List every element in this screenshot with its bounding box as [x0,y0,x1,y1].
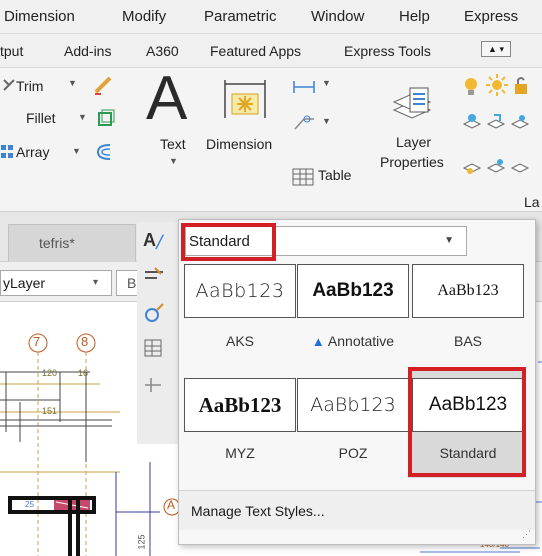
style-tile-aks[interactable]: AaBb123 [184,264,296,318]
ribbon-tab-bar: tput Add-ins A360 Featured Apps Express … [0,34,542,68]
annotative-icon: ▲ [311,334,325,349]
style-label-aks: AKS [225,333,254,349]
dimension-151: 151 [42,406,58,416]
table-style-icon[interactable] [143,338,165,360]
style-label-poz: POZ [338,445,368,461]
layer-label-line2[interactable]: Properties [380,154,444,170]
style-sample-myz: AaBb123 [198,392,282,417]
array-button[interactable]: Array [16,144,49,160]
explode-icon[interactable] [96,108,116,128]
table-button[interactable]: Table [318,167,351,183]
manage-text-styles-label: Manage Text Styles... [191,503,325,519]
style-label-annotative: Annotative [327,333,395,349]
chevron-down-icon: ▾ [93,277,99,288]
leader-style-icon[interactable] [143,374,165,396]
style-label-bas: BAS [453,333,482,349]
dimension-120: 120 [42,368,58,378]
layer-state-icon-1[interactable] [462,112,482,132]
erase-icon[interactable] [92,74,116,96]
dimension-25: 25 [25,500,34,509]
menu-parametric[interactable]: Parametric [204,8,277,25]
offset-icon[interactable] [94,142,114,162]
style-label-myz: MYZ [225,445,255,461]
sun-icon[interactable] [486,74,508,96]
dimension-button[interactable]: Dimension [206,136,272,152]
layer-properties-icon[interactable] [390,82,434,126]
trim-dropdown-icon[interactable]: ▼ [68,78,77,88]
style-sample-annotative: AaBb123 [312,280,394,301]
grid-bubble-7: 7 [33,334,41,349]
text-dropdown-icon[interactable]: ▼ [169,156,178,166]
style-tile-annotative[interactable]: AaBb123 [297,264,409,318]
fillet-button[interactable]: Fillet [26,110,56,126]
find-text-icon[interactable] [143,302,165,324]
text-tools-strip: A╱ [137,222,179,444]
manage-text-styles-button[interactable]: Manage Text Styles... [179,490,535,530]
dimension-icon[interactable] [222,78,268,120]
menu-window[interactable]: Window [311,8,364,25]
color-combobox-value: B [127,275,137,291]
menu-bar: Dimension Modify Parametric Window Help … [0,0,542,34]
menu-modify[interactable]: Modify [122,8,166,25]
style-sample-bas: AaBb123 [437,282,499,299]
ribbon-minimize-button[interactable]: ▲ ▾ [481,41,511,57]
text-large-icon[interactable]: A [146,68,187,130]
array-dropdown-icon[interactable]: ▼ [72,146,81,156]
tab-express-tools[interactable]: Express Tools [344,43,431,59]
layer-state-icon-4[interactable] [462,156,482,176]
text-style-dropdown-panel: Standard ▼ AaBb123 AKS AaBb123 ▲ Annotat… [178,219,536,545]
style-tile-myz[interactable]: AaBb123 [184,378,296,432]
layer-combobox[interactable]: yLayer ▾ [0,270,112,296]
style-tile-poz[interactable]: AaBb123 [297,378,409,432]
tab-output[interactable]: tput [0,43,23,59]
leader-dropdown-icon[interactable]: ▼ [322,116,331,126]
table-icon[interactable] [292,168,314,186]
dimension-125: 125 [136,534,147,550]
tab-add-ins[interactable]: Add-ins [64,43,111,59]
highlight-standard-style [408,367,526,477]
resize-grip-icon[interactable]: ⋰ [522,529,531,540]
ribbon-panel: Trim ▼ Fillet ▼ Array ▼ A Text ▼ Dimensi… [0,68,542,212]
layers-group-label: La [524,194,540,210]
trim-button[interactable]: Trim [16,78,43,94]
text-align-icon[interactable] [143,266,165,286]
grid-bubble-8: 8 [81,334,89,349]
chevron-down-icon[interactable]: ▼ [444,235,454,246]
linear-dropdown-icon[interactable]: ▼ [322,78,331,88]
style-sample-poz: AaBb123 [310,394,396,416]
dimension-16: 16 [78,368,89,378]
tab-featured-apps[interactable]: Featured Apps [210,43,301,59]
layer-state-icon-2[interactable] [486,112,506,132]
layer-state-icon-3[interactable] [510,112,530,132]
menu-dimension[interactable]: Dimension [4,8,75,25]
text-style-icon[interactable]: A╱ [143,230,163,251]
grid-bubble-a: A [167,498,176,512]
leader-icon[interactable] [292,114,316,132]
document-tab-label: tefris* [39,235,75,251]
highlight-current-style [181,223,276,261]
linear-dimension-icon[interactable] [292,80,316,94]
style-label-annotative-wrap: ▲ Annotative [297,333,409,349]
layer-state-icon-5[interactable] [486,156,506,176]
tab-tefris[interactable]: tefris* [8,224,136,262]
layer-combobox-value: yLayer [3,275,46,291]
array-icon [1,145,13,158]
tab-a360[interactable]: A360 [146,43,179,59]
text-button[interactable]: Text [160,136,186,152]
lock-icon[interactable] [512,76,532,96]
menu-express[interactable]: Express [464,8,518,25]
layer-state-icon-6[interactable] [510,156,530,176]
style-sample-aks: AaBb123 [195,280,285,302]
trim-icon [3,79,15,91]
layer-label-line1[interactable]: Layer [396,134,431,150]
menu-help[interactable]: Help [399,8,430,25]
style-tile-bas[interactable]: AaBb123 [412,264,524,318]
fillet-dropdown-icon[interactable]: ▼ [78,112,87,122]
bulb-on-icon[interactable] [462,76,480,98]
